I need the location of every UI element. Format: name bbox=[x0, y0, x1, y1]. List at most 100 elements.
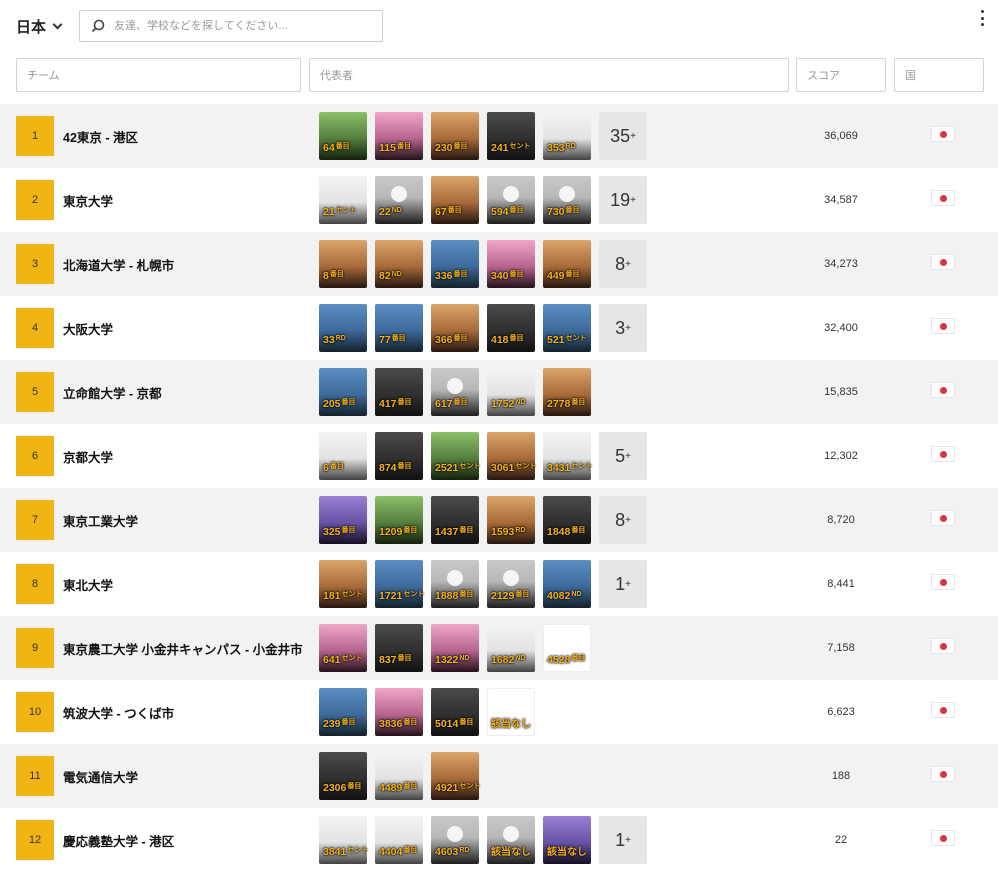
representative-avatar[interactable]: 874番目 bbox=[375, 432, 423, 480]
more-members-button[interactable]: 19 + bbox=[599, 176, 647, 224]
player-rank-label: 594番目 bbox=[491, 205, 524, 218]
representative-avatar[interactable]: 325番目 bbox=[319, 496, 367, 544]
representative-avatar[interactable]: 594番目 bbox=[487, 176, 535, 224]
country-filter[interactable]: 国 bbox=[894, 58, 984, 92]
representative-avatar[interactable]: 417番目 bbox=[375, 368, 423, 416]
search-input[interactable] bbox=[114, 20, 374, 32]
more-members-button[interactable]: 8 + bbox=[599, 240, 647, 288]
team-name-link[interactable]: 京都大学 bbox=[63, 424, 113, 488]
representative-avatar[interactable]: 617番目 bbox=[431, 368, 479, 416]
more-members-button[interactable]: 35 + bbox=[599, 112, 647, 160]
representative-avatar[interactable]: 該当なし bbox=[543, 816, 591, 864]
score-filter[interactable]: スコア bbox=[796, 58, 886, 92]
representative-avatar[interactable]: 205番目 bbox=[319, 368, 367, 416]
representative-avatar[interactable]: 22ND bbox=[375, 176, 423, 224]
team-name-link[interactable]: 筑波大学 - つくば市 bbox=[63, 680, 174, 744]
more-members-button[interactable]: 8 + bbox=[599, 496, 647, 544]
search-box[interactable] bbox=[79, 10, 383, 42]
representative-avatar[interactable]: 115番目 bbox=[375, 112, 423, 160]
more-options-icon[interactable] bbox=[978, 10, 986, 26]
more-members-button[interactable]: 3 + bbox=[599, 304, 647, 352]
representative-avatar[interactable]: 1322ND bbox=[431, 624, 479, 672]
player-rank-label: 353RD bbox=[547, 142, 576, 154]
representative-avatar[interactable]: 4489番目 bbox=[375, 752, 423, 800]
representative-avatar[interactable]: 82ND bbox=[375, 240, 423, 288]
player-rank-suffix: 番目 bbox=[571, 527, 586, 534]
representative-avatar[interactable]: 3836番目 bbox=[375, 688, 423, 736]
more-members-button[interactable]: 5 + bbox=[599, 432, 647, 480]
representative-avatar[interactable]: 1209番目 bbox=[375, 496, 423, 544]
score-value: 32,400 bbox=[824, 322, 858, 334]
representative-avatar[interactable]: 3061セント bbox=[487, 432, 536, 480]
representative-avatar[interactable]: 該当なし bbox=[487, 688, 535, 736]
representative-avatar[interactable]: 641セント bbox=[319, 624, 367, 672]
representative-avatar[interactable]: 2521セント bbox=[431, 432, 480, 480]
representative-avatar[interactable]: 4528番目 bbox=[543, 624, 591, 672]
representative-avatar[interactable]: 2129番目 bbox=[487, 560, 535, 608]
player-rank-number: 5014 bbox=[435, 718, 459, 730]
representative-avatar[interactable]: 241セント bbox=[487, 112, 535, 160]
representative-avatar[interactable]: 449番目 bbox=[543, 240, 591, 288]
representative-avatar[interactable]: 1721セント bbox=[375, 560, 424, 608]
representative-avatar[interactable]: 4921セント bbox=[431, 752, 480, 800]
representative-filter[interactable]: 代表者 bbox=[309, 58, 789, 92]
representative-avatar[interactable]: 2778番目 bbox=[543, 368, 591, 416]
player-rank-number: 2778 bbox=[547, 398, 571, 410]
team-name-link[interactable]: 北海道大学 - 札幌市 bbox=[63, 232, 174, 296]
representative-avatar[interactable]: 340番目 bbox=[487, 240, 535, 288]
player-rank-number: 1437 bbox=[435, 526, 459, 538]
more-members-button[interactable]: 1 + bbox=[599, 816, 647, 864]
representative-avatar[interactable]: 33RD bbox=[319, 304, 367, 352]
representative-avatar[interactable]: 1437番目 bbox=[431, 496, 479, 544]
representative-avatar[interactable]: 353RD bbox=[543, 112, 591, 160]
representative-avatar[interactable]: 230番目 bbox=[431, 112, 479, 160]
representative-avatar[interactable]: 366番目 bbox=[431, 304, 479, 352]
representative-avatar[interactable]: 77番目 bbox=[375, 304, 423, 352]
representative-avatar[interactable]: 1593RD bbox=[487, 496, 535, 544]
player-rank-label: 336番目 bbox=[435, 269, 468, 282]
team-name-link[interactable]: 電気通信大学 bbox=[63, 744, 138, 808]
representative-avatar[interactable]: 336番目 bbox=[431, 240, 479, 288]
representative-avatar[interactable]: 21セント bbox=[319, 176, 367, 224]
representative-avatar[interactable]: 4404番目 bbox=[375, 816, 423, 864]
table-row: 8 東北大学 181セント 1721セント 1888番目 2129番目 4082ND 1 +8,… bbox=[0, 552, 998, 616]
representative-avatar[interactable]: 6番目 bbox=[319, 432, 367, 480]
representative-avatar[interactable]: 4603RD bbox=[431, 816, 479, 864]
representative-avatar[interactable]: 67番目 bbox=[431, 176, 479, 224]
representative-avatar[interactable]: 239番目 bbox=[319, 688, 367, 736]
search-icon bbox=[91, 19, 105, 33]
team-name-link[interactable]: 東北大学 bbox=[63, 552, 113, 616]
representative-avatar[interactable]: 5014番目 bbox=[431, 688, 479, 736]
player-rank-label: 325番目 bbox=[323, 525, 356, 538]
representative-avatar[interactable]: 837番目 bbox=[375, 624, 423, 672]
representative-avatar[interactable]: 1682ND bbox=[487, 624, 535, 672]
team-name-link[interactable]: 東京農工大学 小金井キャンパス - 小金井市 bbox=[63, 616, 303, 680]
representative-avatar[interactable]: 521セント bbox=[543, 304, 591, 352]
team-name-link[interactable]: 東京工業大学 bbox=[63, 488, 138, 552]
team-name-link[interactable]: 慶応義塾大学 - 港区 bbox=[63, 808, 174, 872]
representative-avatar[interactable]: 3431セント bbox=[543, 432, 592, 480]
player-rank-number: 82 bbox=[379, 270, 391, 282]
representative-avatar[interactable]: 3841セント bbox=[319, 816, 368, 864]
representative-avatar[interactable]: 64番目 bbox=[319, 112, 367, 160]
team-name-link[interactable]: 42東京 - 港区 bbox=[63, 104, 138, 168]
team-name-link[interactable]: 立命館大学 - 京都 bbox=[63, 360, 162, 424]
player-rank-number: 2306 bbox=[323, 782, 347, 794]
representative-avatar[interactable]: 8番目 bbox=[319, 240, 367, 288]
representative-avatar[interactable]: 1888番目 bbox=[431, 560, 479, 608]
region-selector[interactable]: 日本 bbox=[16, 16, 63, 37]
representative-avatar[interactable]: 1752ND bbox=[487, 368, 535, 416]
representative-avatar[interactable]: 418番目 bbox=[487, 304, 535, 352]
more-members-button[interactable]: 1 + bbox=[599, 560, 647, 608]
representative-avatar[interactable]: 1848番目 bbox=[543, 496, 591, 544]
team-name-link[interactable]: 大阪大学 bbox=[63, 296, 113, 360]
representative-avatar[interactable]: 181セント bbox=[319, 560, 367, 608]
representative-avatar[interactable]: 4082ND bbox=[543, 560, 591, 608]
plus-icon: + bbox=[625, 258, 631, 270]
team-name-link[interactable]: 東京大学 bbox=[63, 168, 113, 232]
team-filter[interactable]: チーム bbox=[16, 58, 301, 92]
representative-avatar[interactable]: 730番目 bbox=[543, 176, 591, 224]
representative-avatar[interactable]: 2306番目 bbox=[319, 752, 367, 800]
more-members-count: 8 bbox=[615, 509, 626, 530]
representative-avatar[interactable]: 該当なし bbox=[487, 816, 535, 864]
